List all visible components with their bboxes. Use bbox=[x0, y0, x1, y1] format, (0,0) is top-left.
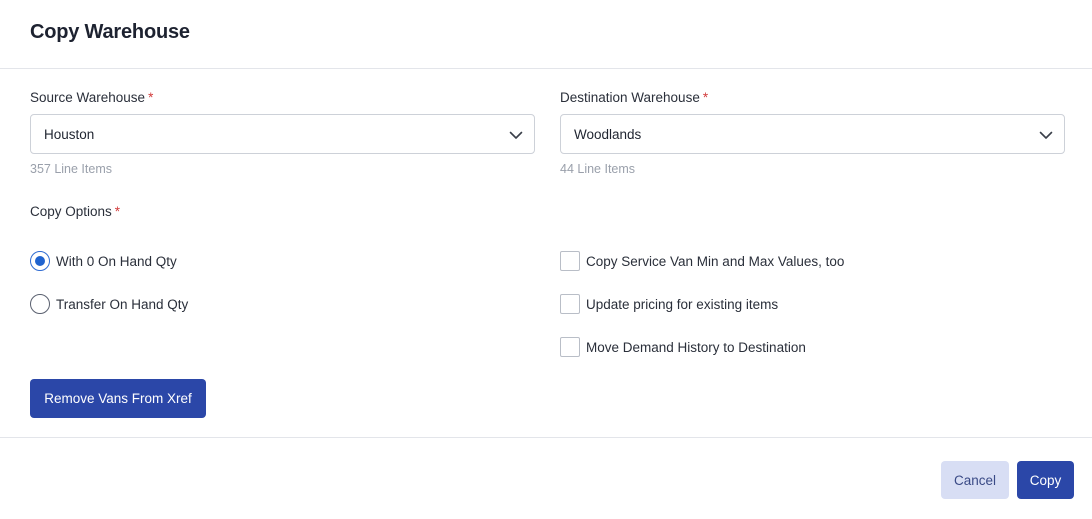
destination-warehouse-label-text: Destination Warehouse bbox=[560, 90, 700, 105]
chevron-down-icon bbox=[509, 131, 523, 139]
destination-warehouse-select[interactable]: Woodlands bbox=[560, 114, 1065, 154]
required-mark: * bbox=[148, 90, 154, 105]
copy-options-label: Copy Options * bbox=[30, 204, 120, 219]
checkbox-update-pricing[interactable]: Update pricing for existing items bbox=[560, 294, 778, 314]
source-warehouse-value: Houston bbox=[44, 127, 95, 142]
checkbox[interactable] bbox=[560, 251, 580, 271]
checkbox-label: Copy Service Van Min and Max Values, too bbox=[586, 253, 845, 269]
footer-divider bbox=[0, 437, 1092, 438]
required-mark: * bbox=[114, 204, 121, 219]
source-warehouse-select[interactable]: Houston bbox=[30, 114, 535, 154]
radio-button-checked[interactable] bbox=[30, 251, 50, 271]
radio-transfer-on-hand[interactable]: Transfer On Hand Qty bbox=[30, 294, 188, 314]
required-mark: * bbox=[702, 90, 709, 105]
source-warehouse-label: Source Warehouse * bbox=[30, 90, 153, 105]
destination-line-items: 44 Line Items bbox=[560, 162, 636, 176]
checkbox-move-demand-history[interactable]: Move Demand History to Destination bbox=[560, 337, 806, 357]
cancel-button[interactable]: Cancel bbox=[941, 461, 1009, 499]
dialog-header: Copy Warehouse bbox=[0, 0, 1092, 69]
source-line-items: 357 Line Items bbox=[30, 162, 112, 176]
checkbox-copy-service-van-min-max[interactable]: Copy Service Van Min and Max Values, too bbox=[560, 251, 844, 271]
radio-label: Transfer On Hand Qty bbox=[56, 296, 189, 312]
radio-with-zero-on-hand[interactable]: With 0 On Hand Qty bbox=[30, 251, 177, 271]
checkbox-label: Move Demand History to Destination bbox=[586, 339, 806, 355]
chevron-down-icon bbox=[1039, 131, 1053, 139]
source-warehouse-label-text: Source Warehouse bbox=[30, 90, 146, 105]
dialog-title: Copy Warehouse bbox=[30, 21, 190, 43]
destination-warehouse-value: Woodlands bbox=[574, 127, 642, 142]
radio-label: With 0 On Hand Qty bbox=[56, 253, 177, 269]
radio-button[interactable] bbox=[30, 294, 50, 314]
checkbox[interactable] bbox=[560, 337, 580, 357]
copy-button[interactable]: Copy bbox=[1017, 461, 1074, 499]
checkbox[interactable] bbox=[560, 294, 580, 314]
destination-warehouse-label: Destination Warehouse * bbox=[560, 90, 708, 105]
copy-options-label-text: Copy Options bbox=[30, 204, 112, 219]
checkbox-label: Update pricing for existing items bbox=[586, 296, 779, 312]
remove-vans-from-xref-button[interactable]: Remove Vans From Xref bbox=[30, 379, 206, 418]
